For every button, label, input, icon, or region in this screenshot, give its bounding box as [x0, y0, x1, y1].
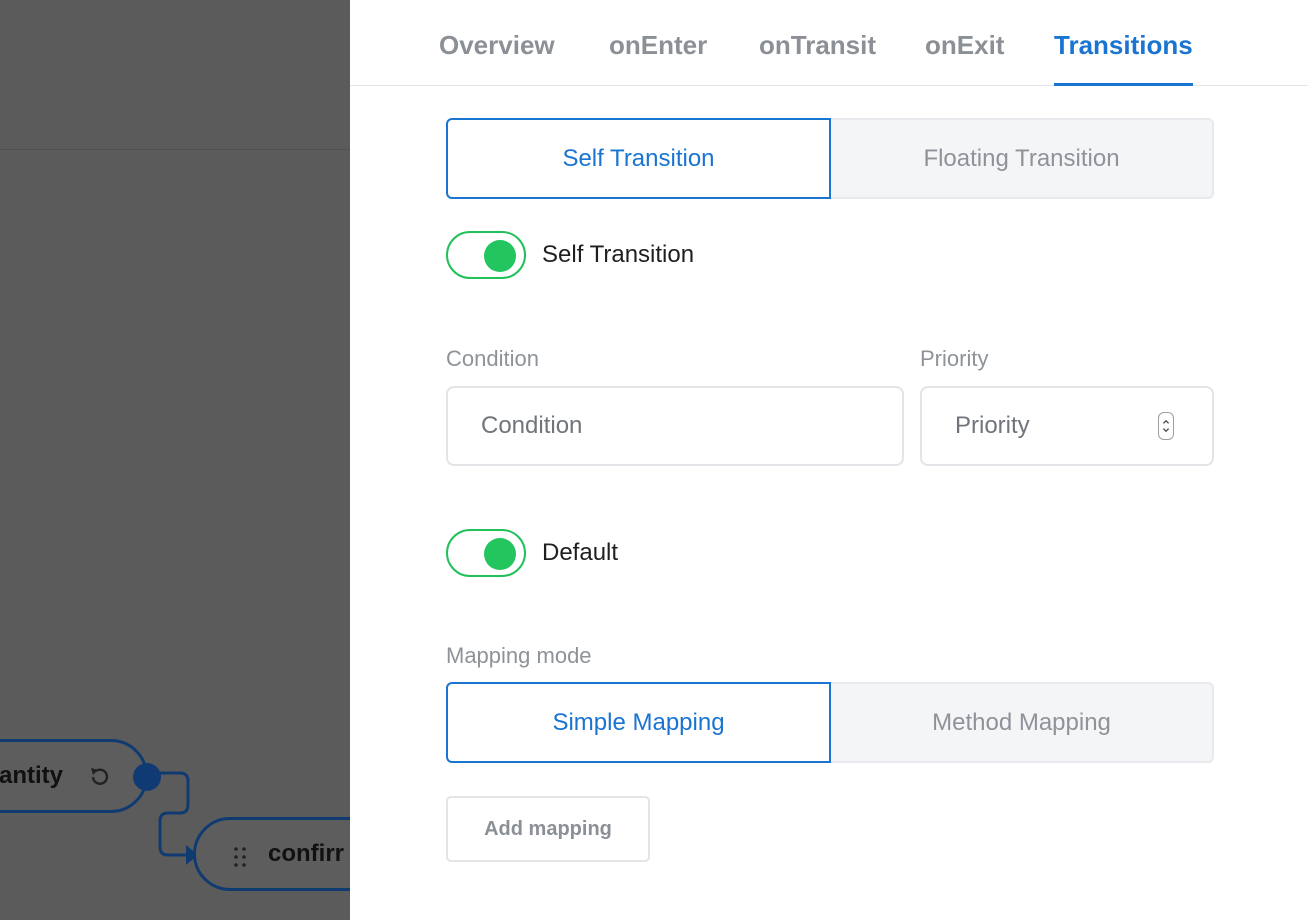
add-mapping-button[interactable]: Add mapping	[446, 796, 650, 862]
flow-canvas: antity confirr	[0, 0, 350, 920]
number-spinner-icon[interactable]	[1158, 412, 1174, 440]
transition-type-switch: Self Transition Floating Transition	[446, 118, 1214, 199]
refresh-icon[interactable]	[87, 764, 113, 790]
floating-transition-option[interactable]: Floating Transition	[831, 118, 1214, 199]
priority-input[interactable]: Priority	[920, 386, 1214, 466]
canvas-toolbar-area	[0, 0, 350, 150]
tab-on-transit[interactable]: onTransit	[759, 30, 876, 86]
node-label: antity	[0, 762, 64, 789]
drag-handle-icon[interactable]	[232, 846, 248, 868]
condition-placeholder: Condition	[481, 412, 583, 439]
output-port[interactable]	[133, 763, 161, 791]
priority-placeholder: Priority	[955, 412, 1030, 439]
condition-input[interactable]: Condition	[446, 386, 904, 466]
state-properties-panel: Overview onEnter onTransit onExit Transi…	[350, 0, 1308, 920]
tab-on-enter[interactable]: onEnter	[609, 30, 707, 86]
self-transition-toggle[interactable]	[446, 231, 526, 279]
default-row: Default	[446, 528, 618, 578]
tab-on-exit[interactable]: onExit	[925, 30, 1004, 86]
default-label: Default	[542, 539, 619, 566]
panel-tabs: Overview onEnter onTransit onExit Transi…	[350, 0, 1308, 86]
flow-node-confirm[interactable]: confirr	[193, 817, 350, 891]
toggle-knob	[484, 240, 516, 272]
node-label: confirr	[268, 840, 345, 867]
self-transition-row: Self Transition	[446, 230, 694, 280]
toggle-knob	[484, 538, 516, 570]
default-toggle[interactable]	[446, 529, 526, 577]
simple-mapping-option[interactable]: Simple Mapping	[446, 682, 831, 763]
self-transition-label: Self Transition	[542, 241, 695, 268]
condition-label: Condition	[446, 346, 539, 371]
tab-overview[interactable]: Overview	[439, 30, 555, 86]
mapping-mode-switch: Simple Mapping Method Mapping	[446, 682, 1214, 763]
priority-label: Priority	[920, 346, 989, 371]
tab-transitions[interactable]: Transitions	[1054, 30, 1193, 86]
mapping-mode-label: Mapping mode	[446, 643, 592, 668]
self-transition-option[interactable]: Self Transition	[446, 118, 831, 199]
method-mapping-option[interactable]: Method Mapping	[831, 682, 1214, 763]
flow-node-quantity[interactable]: antity	[0, 739, 161, 813]
